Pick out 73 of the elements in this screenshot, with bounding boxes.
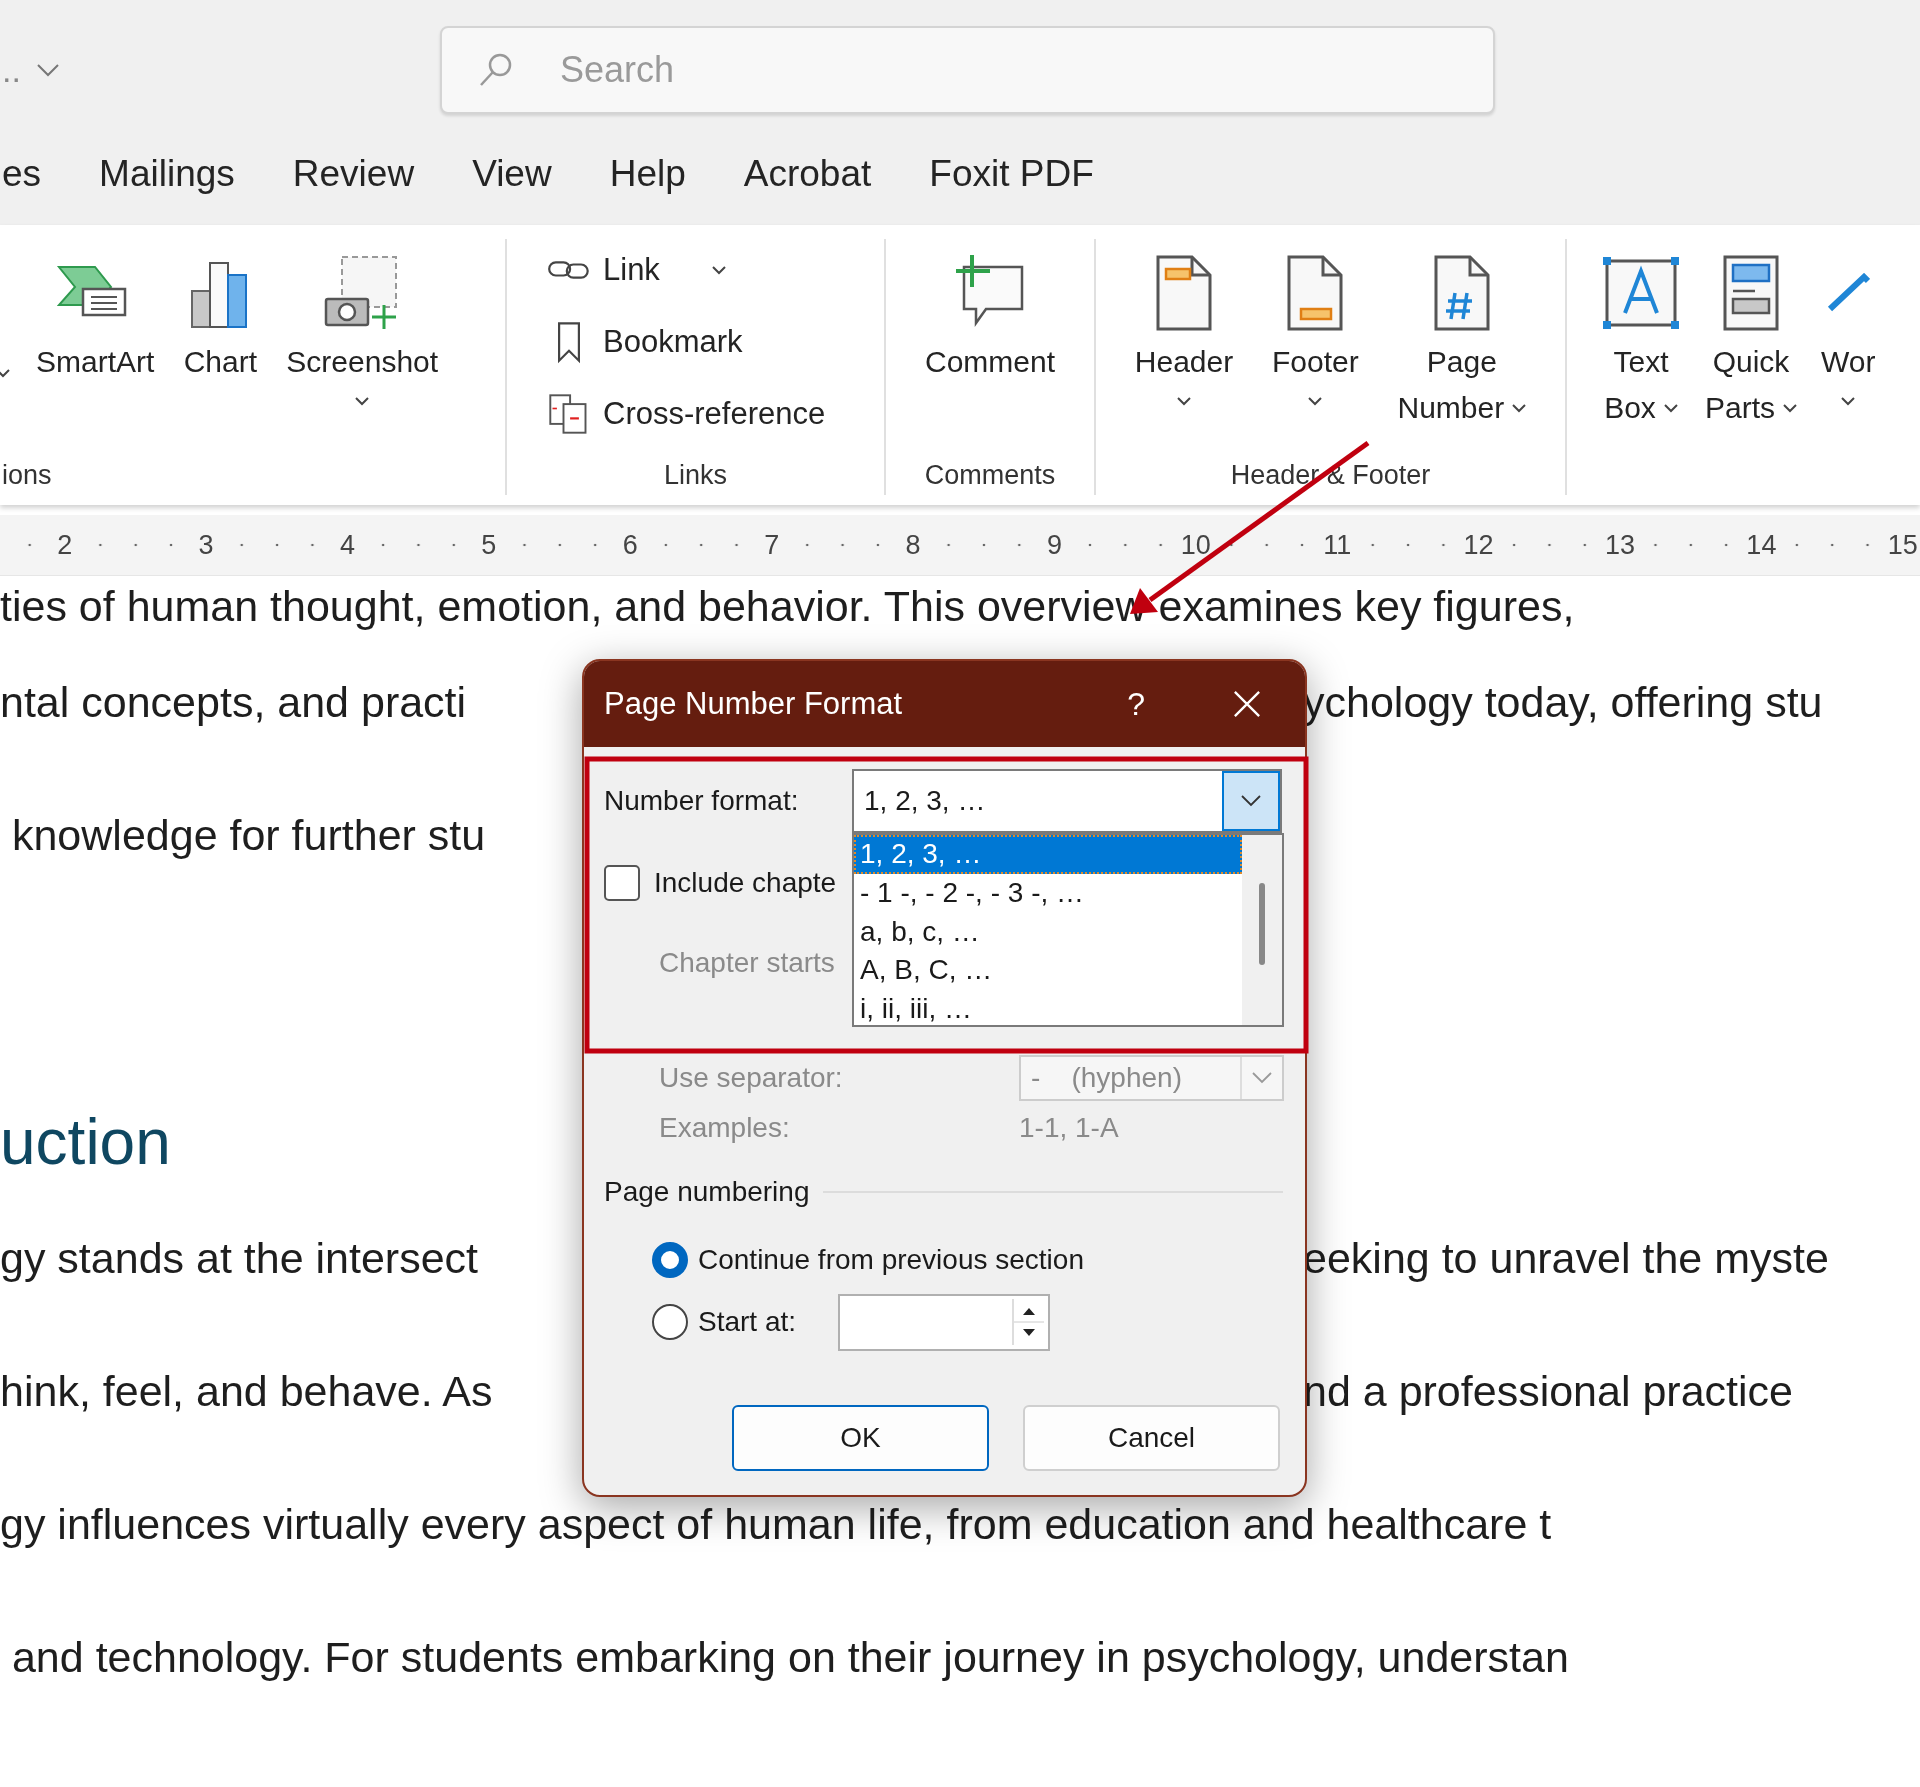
caret-icon xyxy=(355,397,370,406)
ribbon-tab[interactable]: es xyxy=(2,152,42,203)
body-text: eeking to unravel the myste xyxy=(1303,1234,1830,1283)
body-text: nd a professional practice xyxy=(1303,1367,1794,1416)
chevron-icon xyxy=(1241,795,1261,807)
ribbon-button[interactable]: Cross-reference xyxy=(547,383,826,445)
radio-label: Continue from previous section xyxy=(698,1244,1084,1276)
ribbon-tab[interactable]: Review xyxy=(292,152,415,203)
body-text: hink, feel, and behave. As xyxy=(0,1367,493,1416)
checkbox-label: Include chapte xyxy=(654,867,837,899)
ribbon-button[interactable]: Chart xyxy=(180,239,261,385)
section-heading: Page numbering xyxy=(604,1176,810,1208)
body-text: ychology today, offering stu xyxy=(1303,678,1824,727)
dropdown-option[interactable]: A, B, C, … xyxy=(854,951,1242,991)
radio-label: Start at: xyxy=(698,1306,797,1338)
ribbon-tab[interactable]: Mailings xyxy=(99,152,235,203)
caret-icon xyxy=(1663,403,1678,413)
group-label: ions xyxy=(2,459,53,492)
ribbon-tab[interactable]: Foxit PDF xyxy=(929,152,1094,203)
ribbon-button[interactable]: Footer xyxy=(1271,239,1359,406)
ribbon-button[interactable]: Comment xyxy=(924,239,1055,385)
body-text: gy stands at the intersect xyxy=(0,1234,479,1283)
caret-icon xyxy=(1512,403,1527,413)
caret-icon[interactable] xyxy=(0,369,10,378)
example-text: 1-1, 1-A xyxy=(1019,1112,1119,1144)
close-icon[interactable] xyxy=(1233,690,1261,718)
help-button[interactable]: ? xyxy=(1127,685,1145,723)
radio-button[interactable] xyxy=(652,1242,688,1278)
body-text: knowledge for further stu xyxy=(10,811,486,860)
start-at-field[interactable] xyxy=(838,1293,1051,1351)
ribbon-button[interactable]: Quick Parts xyxy=(1705,239,1798,431)
caret-icon xyxy=(1308,397,1323,406)
ribbon-tab[interactable]: Acrobat xyxy=(743,152,872,203)
ribbon-button[interactable]: Wor xyxy=(1821,239,1876,406)
field-label: Use separator: xyxy=(659,1062,844,1094)
body-text: gy influences virtually every aspect of human life, from education and healthcare t xyxy=(0,1500,1552,1549)
ribbon-button[interactable]: Text Box xyxy=(1601,239,1681,431)
dropdown-option[interactable]: a, b, c, … xyxy=(854,912,1242,952)
heading-text: uction xyxy=(0,1105,171,1179)
ribbon-button[interactable]: Screenshot xyxy=(286,239,439,406)
dropdown-option[interactable]: - 1 -, - 2 -, - 3 -, … xyxy=(854,873,1242,913)
ribbon-button[interactable]: Header xyxy=(1134,239,1234,406)
dropdown-option[interactable]: i, ii, iii, … xyxy=(854,990,1242,1029)
dialog-title: Page Number Format xyxy=(604,686,904,722)
number-format-dropdown[interactable]: 1, 2, 3, … xyxy=(852,769,1282,833)
dropdown-option[interactable]: 1, 2, 3, … xyxy=(854,835,1242,874)
group-label: Links xyxy=(663,459,728,492)
ribbon-button[interactable]: Bookmark xyxy=(547,311,743,373)
checkbox[interactable] xyxy=(604,865,640,901)
body-text: ntal concepts, and practi xyxy=(0,678,467,727)
field-label: Number format: xyxy=(604,785,800,817)
caret-icon xyxy=(1783,403,1798,413)
ribbon-tab[interactable]: View xyxy=(472,152,552,203)
ribbon-tab[interactable]: Help xyxy=(609,152,686,203)
field-label: Chapter starts xyxy=(659,947,835,979)
chevron-icon[interactable] xyxy=(34,63,61,77)
stroke-icon xyxy=(1826,273,1871,313)
radio-button[interactable] xyxy=(652,1304,688,1340)
search-field[interactable]: Search xyxy=(440,26,1495,114)
chevron-icon xyxy=(1252,1072,1272,1084)
caret-icon xyxy=(1841,397,1856,406)
field-label: Examples: xyxy=(659,1112,791,1144)
body-text: ties of human thought, emotion, and behavior. This overview examines key figures, xyxy=(0,581,1575,631)
cancel-button[interactable]: Cancel xyxy=(1023,1405,1280,1471)
caret-icon xyxy=(711,265,726,275)
ribbon-button[interactable]: Page Number xyxy=(1397,239,1527,431)
ok-button[interactable]: OK xyxy=(732,1405,989,1471)
scrollbar-thumb[interactable] xyxy=(1259,883,1265,965)
ribbon-button[interactable]: SmartArt xyxy=(36,239,155,385)
ribbon-button[interactable]: Link xyxy=(547,239,726,301)
body-text: and technology. For students embarking on their journey in psychology, understan xyxy=(10,1633,1569,1682)
caret-icon xyxy=(1177,397,1191,406)
group-label: Comments xyxy=(923,459,1057,492)
